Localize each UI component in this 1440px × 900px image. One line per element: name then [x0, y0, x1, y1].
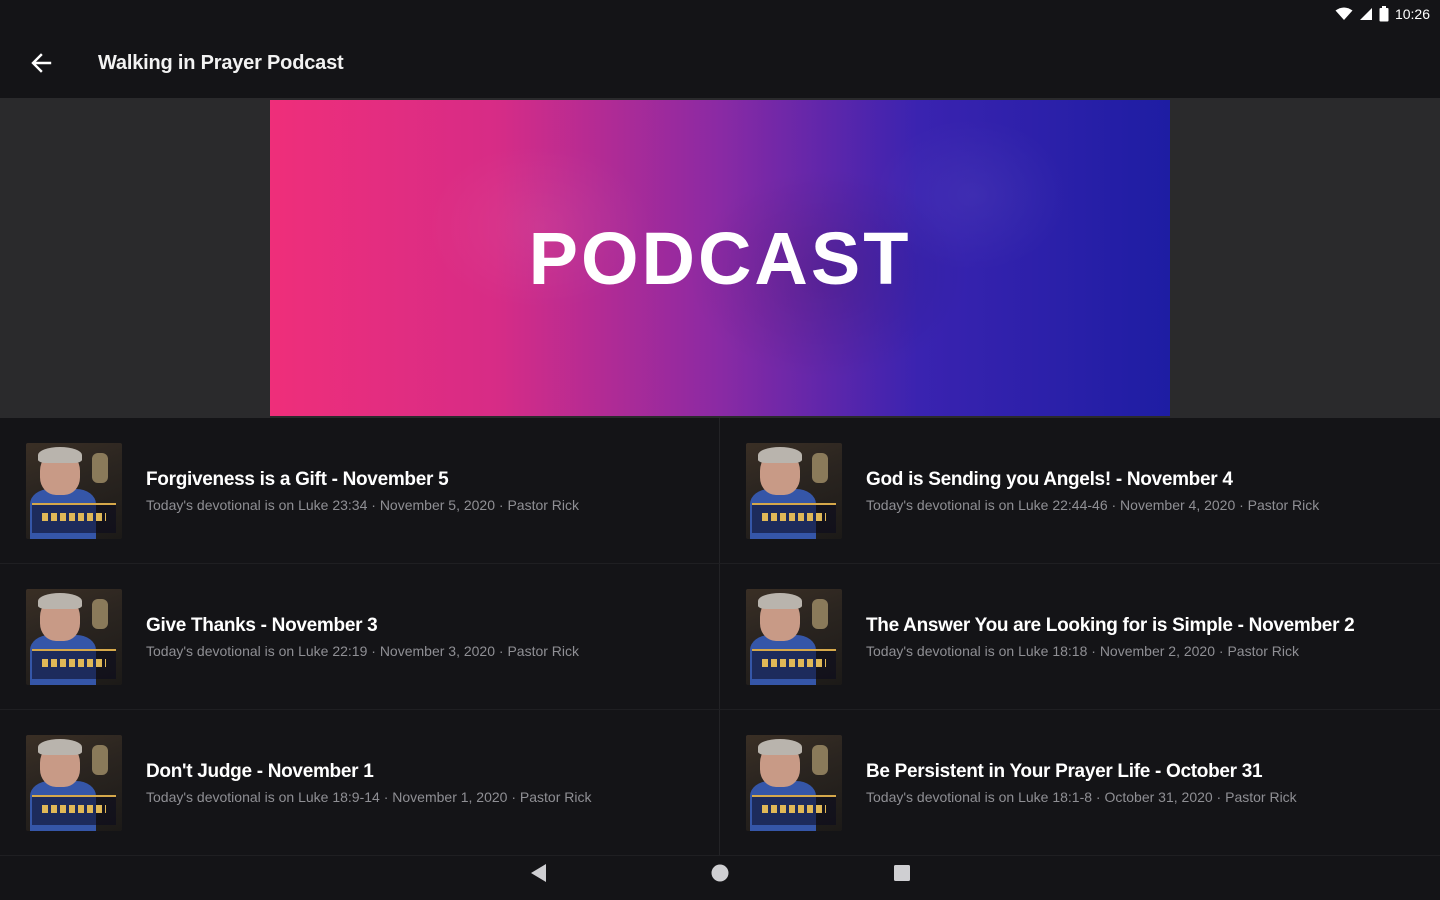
recents-square-icon: [894, 865, 910, 881]
back-triangle-icon: [531, 864, 546, 882]
nav-home-button[interactable]: [629, 863, 811, 883]
episode-thumbnail: [746, 734, 842, 831]
nav-back-button[interactable]: [447, 863, 629, 883]
arrow-left-icon: [31, 53, 52, 73]
status-time: 10:26: [1394, 6, 1430, 22]
episode-title: Don't Judge - November 1: [146, 760, 374, 782]
episode-thumbnail: [26, 734, 122, 831]
signal-icon: [1359, 8, 1372, 20]
list-item[interactable]: The Answer You are Looking for is Simple…: [720, 564, 1440, 710]
episode-thumbnail: [26, 588, 122, 685]
navigation-bar: [0, 846, 1440, 900]
status-bar: 10:26: [0, 0, 1440, 28]
wifi-icon: [1335, 7, 1353, 20]
list-item[interactable]: Give Thanks - November 3 Today's devotio…: [0, 564, 720, 710]
banner-text: PODCAST: [528, 216, 912, 300]
podcast-banner: PODCAST: [270, 100, 1170, 416]
episode-subtitle: Today's devotional is on Luke 22:19 · No…: [146, 642, 580, 659]
list-item[interactable]: Be Persistent in Your Prayer Life - Octo…: [720, 710, 1440, 856]
list-item[interactable]: God is Sending you Angels! - November 4 …: [720, 418, 1440, 564]
episode-thumbnail: [26, 442, 122, 539]
back-button[interactable]: [0, 28, 82, 98]
list-item[interactable]: Don't Judge - November 1 Today's devotio…: [0, 710, 720, 856]
battery-icon: [1379, 6, 1389, 22]
episode-title: God is Sending you Angels! - November 4: [866, 468, 1233, 490]
episode-thumbnail: [746, 588, 842, 685]
episode-subtitle: Today's devotional is on Luke 18:1-8 · O…: [866, 788, 1297, 805]
episode-title: Give Thanks - November 3: [146, 614, 378, 636]
episode-title: The Answer You are Looking for is Simple…: [866, 614, 1355, 636]
hero-area: PODCAST: [0, 98, 1440, 418]
episode-title: Forgiveness is a Gift - November 5: [146, 468, 449, 490]
episode-title: Be Persistent in Your Prayer Life - Octo…: [866, 760, 1263, 782]
episode-list: Forgiveness is a Gift - November 5 Today…: [0, 418, 1440, 858]
episode-subtitle: Today's devotional is on Luke 23:34 · No…: [146, 496, 580, 513]
episode-thumbnail: [746, 442, 842, 539]
list-item[interactable]: Forgiveness is a Gift - November 5 Today…: [0, 418, 720, 564]
home-circle-icon: [711, 864, 729, 882]
app-bar: Walking in Prayer Podcast: [0, 28, 1440, 98]
episode-subtitle: Today's devotional is on Luke 18:18 · No…: [866, 642, 1300, 659]
episode-subtitle: Today's devotional is on Luke 22:44-46 ·…: [866, 496, 1320, 513]
nav-recents-button[interactable]: [811, 864, 993, 882]
page-title: Walking in Prayer Podcast: [98, 51, 344, 74]
episode-subtitle: Today's devotional is on Luke 18:9-14 · …: [146, 788, 592, 805]
